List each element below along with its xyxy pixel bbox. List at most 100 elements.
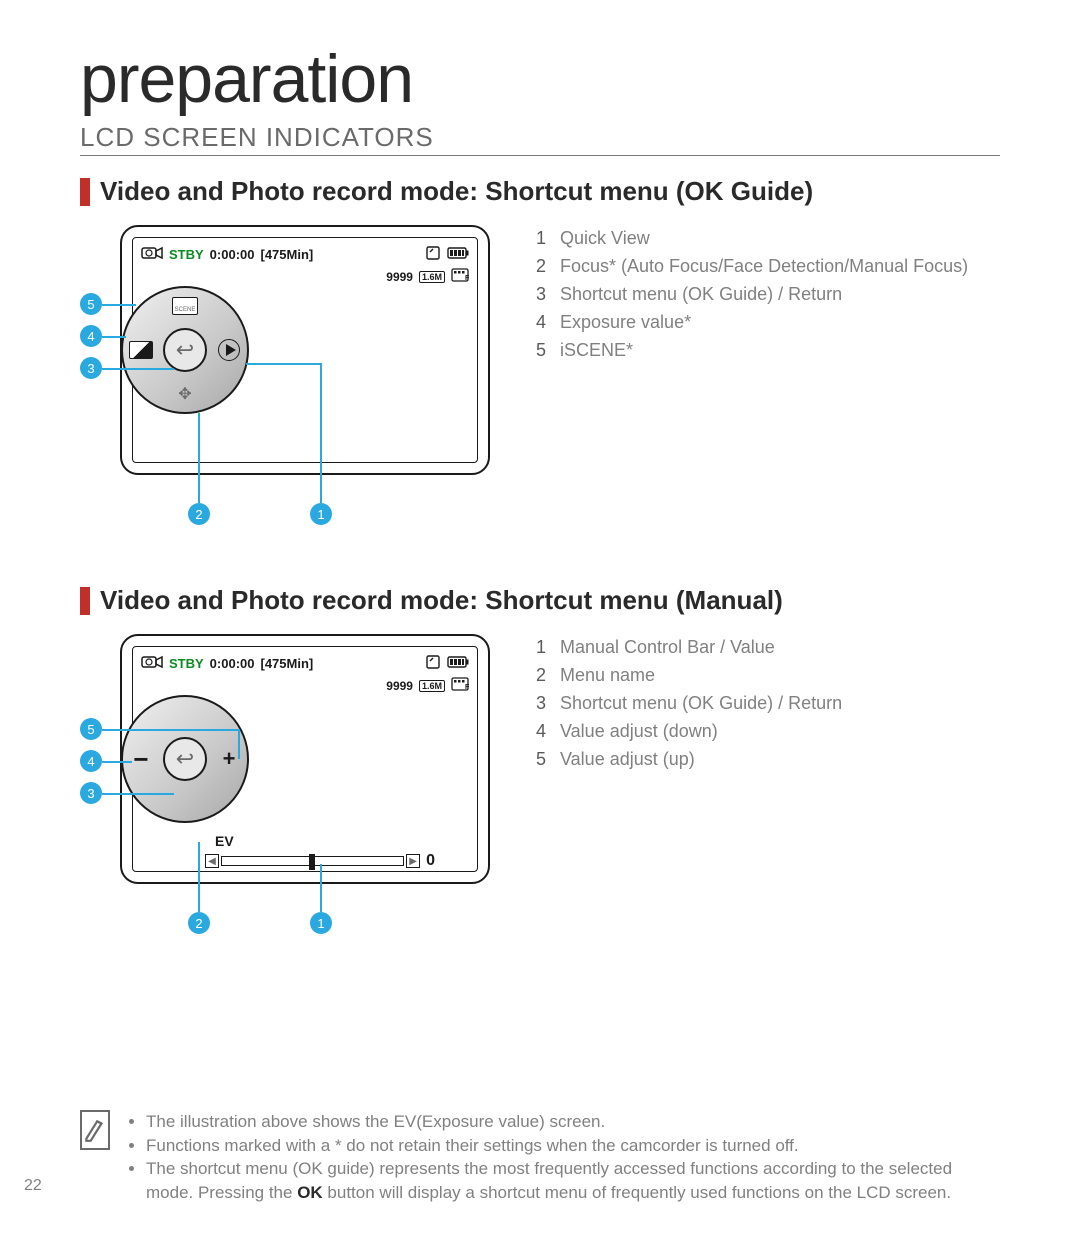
callout-4: 4 xyxy=(80,325,102,347)
photo-count: 9999 xyxy=(386,270,413,284)
lcd-second-row: 9999 1.6M F xyxy=(386,677,469,694)
dial-center-return: ↩ xyxy=(163,737,207,781)
leader-2 xyxy=(198,413,200,503)
ev-value: 0 xyxy=(426,852,435,870)
card-icon xyxy=(425,654,441,673)
footnote-list: The illustration above shows the EV(Expo… xyxy=(128,1110,1000,1205)
quality-icon: F xyxy=(451,268,469,285)
legend-text: Shortcut menu (OK Guide) / Return xyxy=(560,690,1000,718)
dial-bottom-focus xyxy=(171,380,199,408)
page-title: preparation xyxy=(80,40,1000,118)
battery-icon xyxy=(447,656,469,671)
rec-time: 0:00:00 xyxy=(210,656,255,671)
legend-row: 3 Shortcut menu (OK Guide) / Return xyxy=(530,281,1000,309)
legend-text: Focus* (Auto Focus/Face Detection/Manual… xyxy=(560,253,1000,281)
leader-3 xyxy=(102,368,174,370)
leader-1h xyxy=(246,363,320,365)
legend-text: Exposure value* xyxy=(560,309,1000,337)
leader-4 xyxy=(102,336,126,338)
legend-text: Value adjust (up) xyxy=(560,746,1000,774)
legend-num: 5 xyxy=(530,337,546,365)
lcd-frame: STBY 0:00:00 [475Min] 9999 1.6M xyxy=(120,225,490,475)
footnote-line: Functions marked with a * do not retain … xyxy=(146,1134,1000,1158)
leader-2 xyxy=(198,842,200,912)
legend-text: Shortcut menu (OK Guide) / Return xyxy=(560,281,1000,309)
ev-arrow-left-icon: ◀ xyxy=(205,854,219,868)
resolution-badge: 1.6M xyxy=(419,271,445,283)
heading-accent-bar xyxy=(80,178,90,206)
callout-3: 3 xyxy=(80,782,102,804)
heading-accent-bar xyxy=(80,587,90,615)
dial-left-ev xyxy=(127,336,155,364)
footnote-line: The shortcut menu (OK guide) represents … xyxy=(146,1157,1000,1205)
lcd-second-row: 9999 1.6M F xyxy=(386,268,469,285)
legend-text: Menu name xyxy=(560,662,1000,690)
battery-icon xyxy=(447,247,469,262)
callout-2: 2 xyxy=(188,503,210,525)
section1-legend: 1 Quick View 2 Focus* (Auto Focus/Face Det… xyxy=(530,225,1000,535)
dial-center-return: ↩ xyxy=(163,328,207,372)
section1-diagram: STBY 0:00:00 [475Min] 9999 1.6M xyxy=(80,225,500,535)
footnote-block: The illustration above shows the EV(Expo… xyxy=(80,1110,1000,1205)
callout-5: 5 xyxy=(80,293,102,315)
legend-num: 5 xyxy=(530,746,546,774)
quality-icon: F xyxy=(451,677,469,694)
scene-icon: SCENE xyxy=(172,297,198,315)
lcd-topbar: STBY 0:00:00 [475Min] xyxy=(141,244,469,264)
footnote-line: The illustration above shows the EV(Expo… xyxy=(146,1110,1000,1134)
section2-heading: Video and Photo record mode: Shortcut me… xyxy=(80,585,1000,616)
play-icon xyxy=(218,339,240,361)
legend-row: 1Manual Control Bar / Value xyxy=(530,634,1000,662)
legend-row: 2Menu name xyxy=(530,662,1000,690)
section1-heading-text: Video and Photo record mode: Shortcut me… xyxy=(100,176,813,207)
ev-label: EV xyxy=(215,833,234,849)
legend-text: Quick View xyxy=(560,225,1000,253)
control-dial: SCENE ↩ xyxy=(121,286,249,414)
lcd-screen: STBY 0:00:00 [475Min] 9999 1.6M xyxy=(132,646,478,872)
legend-row: 5 iSCENE* xyxy=(530,337,1000,365)
leader-5 xyxy=(102,304,136,306)
ev-arrow-right-icon: ▶ xyxy=(406,854,420,868)
camera-mode-icon xyxy=(141,245,163,264)
legend-num: 3 xyxy=(530,281,546,309)
lcd-screen: STBY 0:00:00 [475Min] 9999 1.6M xyxy=(132,237,478,463)
dial-right-quickview xyxy=(215,336,243,364)
status-text: STBY xyxy=(169,656,204,671)
legend-row: 2 Focus* (Auto Focus/Face Detection/Manua… xyxy=(530,253,1000,281)
legend-text: iSCENE* xyxy=(560,337,1000,365)
section2-diagram: STBY 0:00:00 [475Min] 9999 1.6M xyxy=(80,634,500,944)
legend-row: 4 Value adjust (down) xyxy=(530,718,1000,746)
page-number: 22 xyxy=(24,1177,42,1195)
svg-text:F: F xyxy=(465,275,469,282)
control-dial-manual: + − ↩ xyxy=(121,695,249,823)
note-icon xyxy=(80,1110,110,1150)
leader-1v xyxy=(320,363,322,503)
legend-text: Value adjust (down) xyxy=(560,718,1000,746)
svg-text:F: F xyxy=(465,684,469,691)
legend-num: 4 xyxy=(530,309,546,337)
legend-num: 3 xyxy=(530,690,546,718)
callout-5: 5 xyxy=(80,718,102,740)
ev-icon xyxy=(129,341,153,359)
legend-num: 1 xyxy=(530,225,546,253)
section1-heading: Video and Photo record mode: Shortcut me… xyxy=(80,176,1000,207)
legend-num: 4 xyxy=(530,718,546,746)
callout-4: 4 xyxy=(80,750,102,772)
ok-button-label: OK xyxy=(297,1183,323,1202)
dial-top-iscene: SCENE xyxy=(171,292,199,320)
footnote-text: button will display a shortcut menu of f… xyxy=(323,1183,951,1202)
remaining-time: [475Min] xyxy=(260,247,313,262)
lcd-frame: STBY 0:00:00 [475Min] 9999 1.6M xyxy=(120,634,490,884)
lcd-topbar: STBY 0:00:00 [475Min] xyxy=(141,653,469,673)
leader-5 xyxy=(102,729,238,731)
legend-row: 1 Quick View xyxy=(530,225,1000,253)
callout-3: 3 xyxy=(80,357,102,379)
section2-body: STBY 0:00:00 [475Min] 9999 1.6M xyxy=(80,634,1000,944)
legend-num: 2 xyxy=(530,253,546,281)
photo-count: 9999 xyxy=(386,679,413,693)
section1-body: STBY 0:00:00 [475Min] 9999 1.6M xyxy=(80,225,1000,535)
remaining-time: [475Min] xyxy=(260,656,313,671)
resolution-badge: 1.6M xyxy=(419,680,445,692)
legend-text: Manual Control Bar / Value xyxy=(560,634,1000,662)
camera-mode-icon xyxy=(141,654,163,673)
